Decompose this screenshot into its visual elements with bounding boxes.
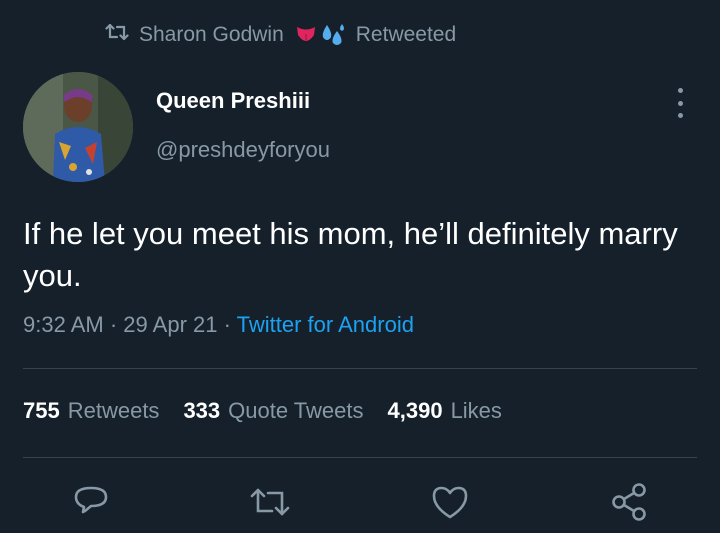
- tweet-meta: 9:32 AM · 29 Apr 21 · Twitter for Androi…: [23, 312, 414, 338]
- author-display-name[interactable]: Queen Preshiii: [156, 88, 310, 114]
- more-dot: [677, 100, 683, 106]
- avatar[interactable]: [23, 72, 133, 182]
- tweet-date: 29 Apr 21: [123, 312, 218, 337]
- sweat-droplets-emoji: [322, 24, 344, 45]
- tweet-source-link[interactable]: Twitter for Android: [237, 312, 414, 337]
- quote-tweets-stat[interactable]: 333 Quote Tweets: [183, 398, 363, 424]
- tweet-time: 9:32 AM: [23, 312, 104, 337]
- retweet-icon: [105, 22, 129, 48]
- retweeted-label: Retweeted: [355, 23, 457, 46]
- divider: [23, 368, 697, 369]
- more-dot: [677, 113, 683, 118]
- share-icon[interactable]: [608, 480, 652, 524]
- reply-icon[interactable]: [69, 480, 113, 524]
- meta-separator: ·: [109, 312, 124, 337]
- retweeted-by-bar[interactable]: Sharon Godwin Retweeted: [105, 21, 456, 49]
- meta-separator: ·: [223, 312, 237, 337]
- retweeter-name[interactable]: Sharon Godwin: [139, 23, 284, 47]
- action-bar: [0, 480, 720, 530]
- author-handle[interactable]: @preshdeyforyou: [156, 137, 330, 163]
- emoji-group: [294, 23, 346, 47]
- more-dot: [677, 88, 683, 93]
- tweet-stats: 755 Retweets 333 Quote Tweets 4,390 Likes: [23, 398, 502, 424]
- tongue-emoji: [296, 27, 315, 41]
- tweet-text: If he let you meet his mom, he’ll defini…: [23, 216, 678, 293]
- retweets-stat[interactable]: 755 Retweets: [23, 398, 159, 424]
- likes-stat[interactable]: 4,390 Likes: [388, 398, 502, 424]
- more-options-icon[interactable]: [670, 88, 690, 118]
- retweet-icon[interactable]: [248, 480, 292, 524]
- like-icon[interactable]: [428, 480, 472, 524]
- divider: [23, 457, 697, 458]
